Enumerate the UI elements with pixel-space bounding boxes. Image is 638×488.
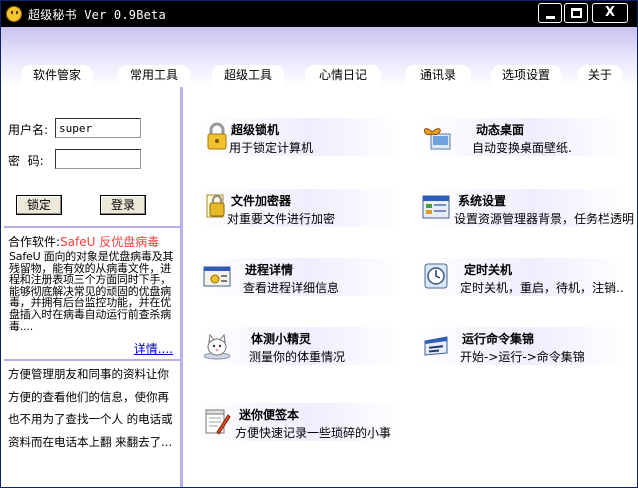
process-window-icon bbox=[203, 266, 231, 287]
username-label: 用户名: bbox=[8, 123, 49, 137]
file-encryptor-tile[interactable]: 文件加密器 对重要文件进行加密 bbox=[197, 185, 402, 229]
window-title: 超级秘书 Ver 0.9Beta bbox=[28, 8, 166, 22]
partner-product[interactable]: SafeU 反优盘病毒 bbox=[60, 235, 159, 249]
main-window: 超级秘书 Ver 0.9Beta X 软件管家 常用工具 超级工具 心情日记 通… bbox=[0, 0, 638, 488]
title-bar[interactable]: 超级秘书 Ver 0.9Beta X bbox=[1, 1, 637, 27]
tab-contacts[interactable]: 通讯录 bbox=[405, 63, 471, 87]
timed-shutdown-tile[interactable]: 定时关机 定时关机，重启，待机，注销.. bbox=[416, 254, 626, 298]
maximize-button[interactable] bbox=[564, 3, 588, 23]
notepad-pen-icon bbox=[205, 409, 231, 435]
mini-notes-tile[interactable]: 迷你便签本 方便快速记录一些琐碎的小事 bbox=[197, 399, 402, 443]
run-commands-desc: 开始->运行->命令集锦 bbox=[460, 350, 585, 364]
tab-about[interactable]: 关于 bbox=[578, 63, 622, 87]
tab-super-tools[interactable]: 超级工具 bbox=[212, 63, 284, 87]
tab-software-manager[interactable]: 软件管家 bbox=[21, 63, 93, 87]
settings-panel-icon bbox=[422, 195, 450, 219]
dynamic-desktop-desc: 自动变换桌面壁纸. bbox=[472, 141, 572, 155]
butterfly-desktop-icon bbox=[424, 128, 451, 150]
tab-label: 心情日记 bbox=[318, 68, 367, 82]
file-encryptor-desc: 对重要文件进行加密 bbox=[227, 212, 336, 226]
process-details-tile[interactable]: 进程详情 查看进程详细信息 bbox=[197, 254, 402, 298]
body-weight-tile[interactable]: 体测小精灵 测量你的体重情况 bbox=[197, 323, 402, 367]
partner-software-box: 合作软件:SafeU 反优盘病毒 SafeU 面向的对象是优盘病毒及其残留物，能… bbox=[4, 229, 181, 361]
tab-label: 关于 bbox=[587, 68, 612, 82]
mini-notes-title: 迷你便签本 bbox=[239, 408, 300, 422]
process-details-desc: 查看进程详细信息 bbox=[243, 281, 340, 295]
tab-label: 软件管家 bbox=[32, 68, 81, 82]
tab-label: 通讯录 bbox=[419, 68, 456, 82]
tab-mood-diary[interactable]: 心情日记 bbox=[305, 63, 381, 87]
cat-scale-icon bbox=[203, 333, 231, 360]
maximize-icon bbox=[571, 8, 582, 18]
system-settings-tile[interactable]: 系统设置 设置资源管理器背景，任务栏透明 bbox=[416, 185, 634, 229]
run-command-icon bbox=[424, 336, 448, 356]
super-lock-tile[interactable]: 超级锁机 用于锁定计算机 bbox=[197, 114, 402, 158]
system-settings-desc: 设置资源管理器背景，任务栏透明 bbox=[454, 212, 635, 226]
minimize-icon bbox=[546, 16, 555, 19]
process-details-title: 进程详情 bbox=[245, 263, 294, 277]
tab-label: 超级工具 bbox=[223, 68, 272, 82]
partner-details-link[interactable]: 详情.... bbox=[134, 340, 173, 357]
contacts-description: 方便管理朋友和同事的资料让你方便的查看他们的信息，使你再也不用为了查找一个人 的… bbox=[8, 367, 173, 449]
dynamic-desktop-title: 动态桌面 bbox=[476, 123, 525, 137]
tab-label: 选项设置 bbox=[501, 68, 550, 82]
minimize-button[interactable] bbox=[538, 3, 562, 23]
password-input[interactable] bbox=[55, 149, 141, 169]
partner-heading-label: 合作软件: bbox=[8, 235, 61, 249]
super-lock-desc: 用于锁定计算机 bbox=[229, 141, 314, 155]
tab-common-tools[interactable]: 常用工具 bbox=[118, 63, 190, 87]
left-panel: 用户名: 密 码: 锁定 登录 合作软件:SafeU 反优盘病毒 SafeU 面… bbox=[1, 87, 183, 487]
username-input[interactable] bbox=[55, 118, 141, 138]
run-commands-tile[interactable]: 运行命令集锦 开始->运行->命令集锦 bbox=[416, 323, 626, 367]
system-settings-title: 系统设置 bbox=[458, 194, 507, 208]
super-lock-title: 超级锁机 bbox=[231, 123, 280, 137]
dynamic-desktop-tile[interactable]: 动态桌面 自动变换桌面壁纸. bbox=[416, 114, 626, 158]
tab-options[interactable]: 选项设置 bbox=[491, 63, 561, 87]
clock-icon bbox=[424, 263, 448, 289]
file-encryptor-title: 文件加密器 bbox=[231, 194, 292, 208]
partner-description: SafeU 面向的对象是优盘病毒及其残留物，能有效的从病毒文件，进程和注册表项三… bbox=[9, 250, 174, 333]
partner-heading: 合作软件:SafeU 反优盘病毒 bbox=[8, 233, 159, 250]
timed-shutdown-desc: 定时关机，重启，待机，注销.. bbox=[460, 281, 624, 295]
tab-label: 常用工具 bbox=[129, 68, 178, 82]
login-box: 用户名: 密 码: 锁定 登录 bbox=[4, 89, 181, 228]
tab-bar: 软件管家 常用工具 超级工具 心情日记 通讯录 选项设置 关于 bbox=[1, 63, 637, 87]
mini-notes-desc: 方便快速记录一些琐碎的小事 bbox=[235, 426, 392, 440]
lock-button[interactable]: 锁定 bbox=[16, 195, 62, 215]
body-weight-title: 体测小精灵 bbox=[251, 332, 312, 346]
run-commands-title: 运行命令集锦 bbox=[462, 332, 535, 346]
close-button[interactable]: X bbox=[592, 3, 628, 23]
login-button[interactable]: 登录 bbox=[100, 195, 146, 215]
timed-shutdown-title: 定时关机 bbox=[464, 263, 513, 277]
password-label: 密 码: bbox=[8, 154, 44, 168]
body-weight-desc: 测量你的体重情况 bbox=[249, 350, 346, 364]
smiley-app-icon bbox=[6, 6, 22, 22]
